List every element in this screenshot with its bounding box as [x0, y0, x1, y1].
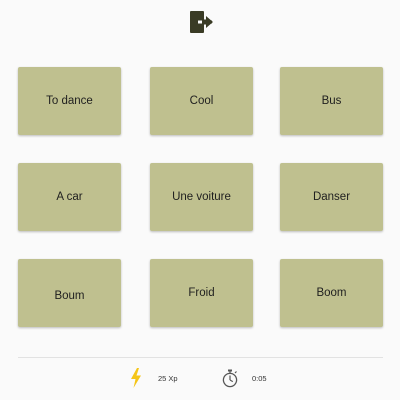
- card-une-voiture[interactable]: Une voiture: [150, 163, 253, 231]
- footer-divider: [18, 357, 383, 358]
- card-to-dance[interactable]: To dance: [18, 67, 121, 135]
- card-bus[interactable]: Bus: [280, 67, 383, 135]
- timer-label: 0:05: [252, 374, 267, 383]
- card-boum[interactable]: Boum: [18, 259, 121, 327]
- lightning-bolt-icon: [131, 368, 141, 388]
- card-cool[interactable]: Cool: [150, 67, 253, 135]
- matching-game-screen: To dance Cool Bus A car Une voiture Dans…: [0, 0, 400, 400]
- xp-label: 25 Xp: [158, 374, 178, 383]
- card-froid[interactable]: Froid: [150, 259, 253, 327]
- stopwatch-icon: [222, 369, 238, 388]
- exit-icon[interactable]: [189, 10, 215, 34]
- card-a-car[interactable]: A car: [18, 163, 121, 231]
- card-danser[interactable]: Danser: [280, 163, 383, 231]
- card-grid: To dance Cool Bus A car Une voiture Dans…: [18, 67, 383, 328]
- stats-bar: 25 Xp 0:05: [0, 368, 400, 390]
- card-boom[interactable]: Boom: [280, 259, 383, 327]
